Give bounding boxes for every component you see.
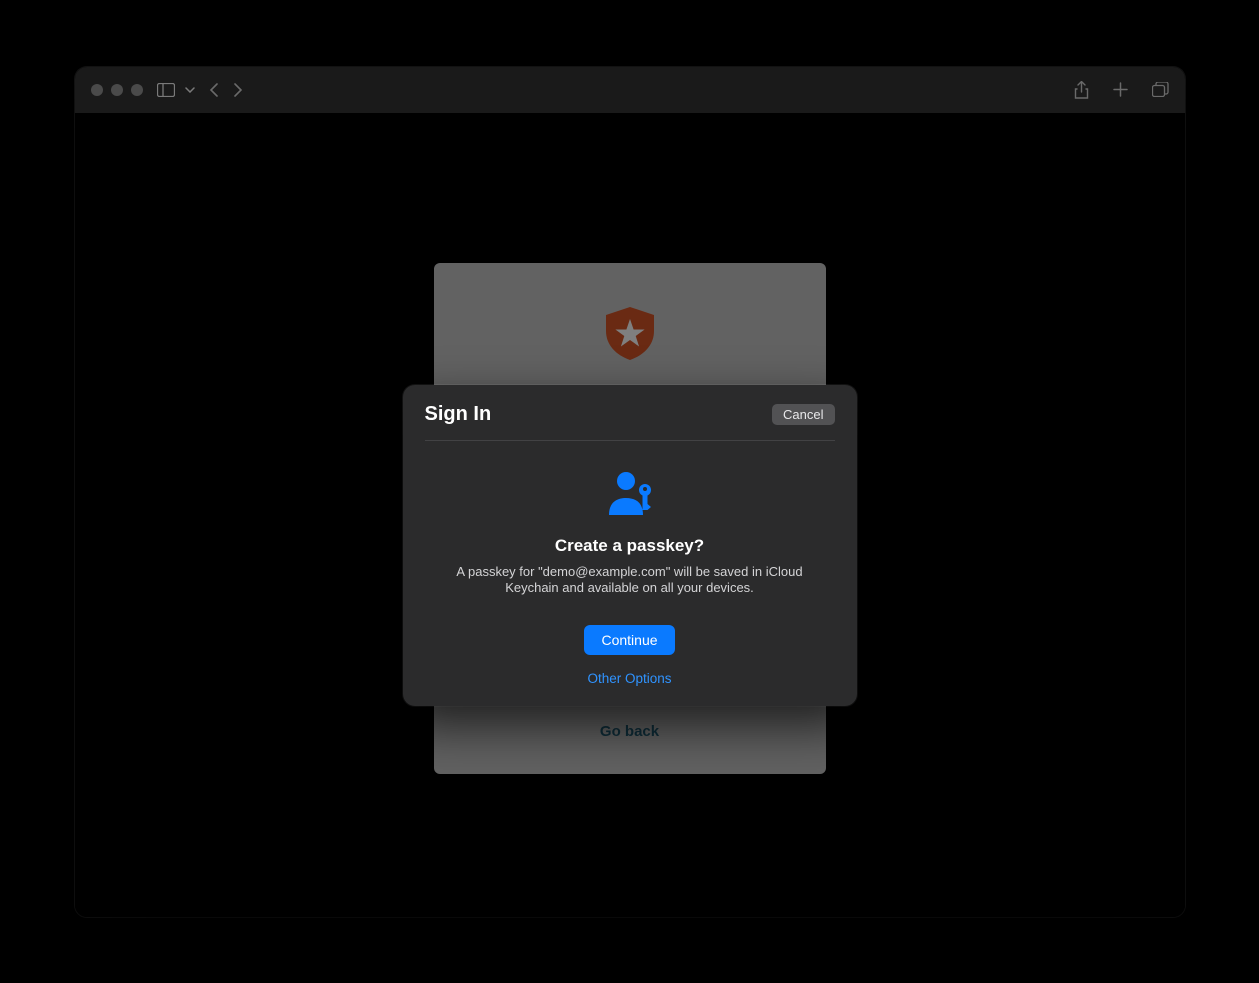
cancel-button[interactable]: Cancel [772,404,834,425]
traffic-lights [91,84,143,96]
dialog-heading: Create a passkey? [555,536,704,556]
dialog-body: Create a passkey? A passkey for "demo@ex… [425,441,835,687]
sidebar-toggle-icon[interactable] [157,83,175,97]
minimize-window-button[interactable] [111,84,123,96]
close-window-button[interactable] [91,84,103,96]
titlebar [75,67,1185,113]
signin-dialog: Sign In Cancel Create a passkey? A passk… [403,385,857,707]
passkey-user-icon [604,469,656,522]
share-icon[interactable] [1074,81,1089,99]
page-content: Create a passkey Continue without passke… [75,113,1185,917]
other-options-link[interactable]: Other Options [587,671,671,686]
dialog-title: Sign In [425,403,492,426]
chevron-down-icon[interactable] [185,87,195,93]
nav-forward-icon[interactable] [234,83,243,97]
continue-button[interactable]: Continue [584,625,674,655]
tabs-overview-icon[interactable] [1152,82,1169,97]
zoom-window-button[interactable] [131,84,143,96]
nav-back-icon[interactable] [209,83,218,97]
dialog-description: A passkey for "demo@example.com" will be… [425,564,835,598]
new-tab-icon[interactable] [1113,82,1128,97]
browser-window: Create a passkey Continue without passke… [75,67,1185,917]
dialog-header: Sign In Cancel [425,403,835,441]
